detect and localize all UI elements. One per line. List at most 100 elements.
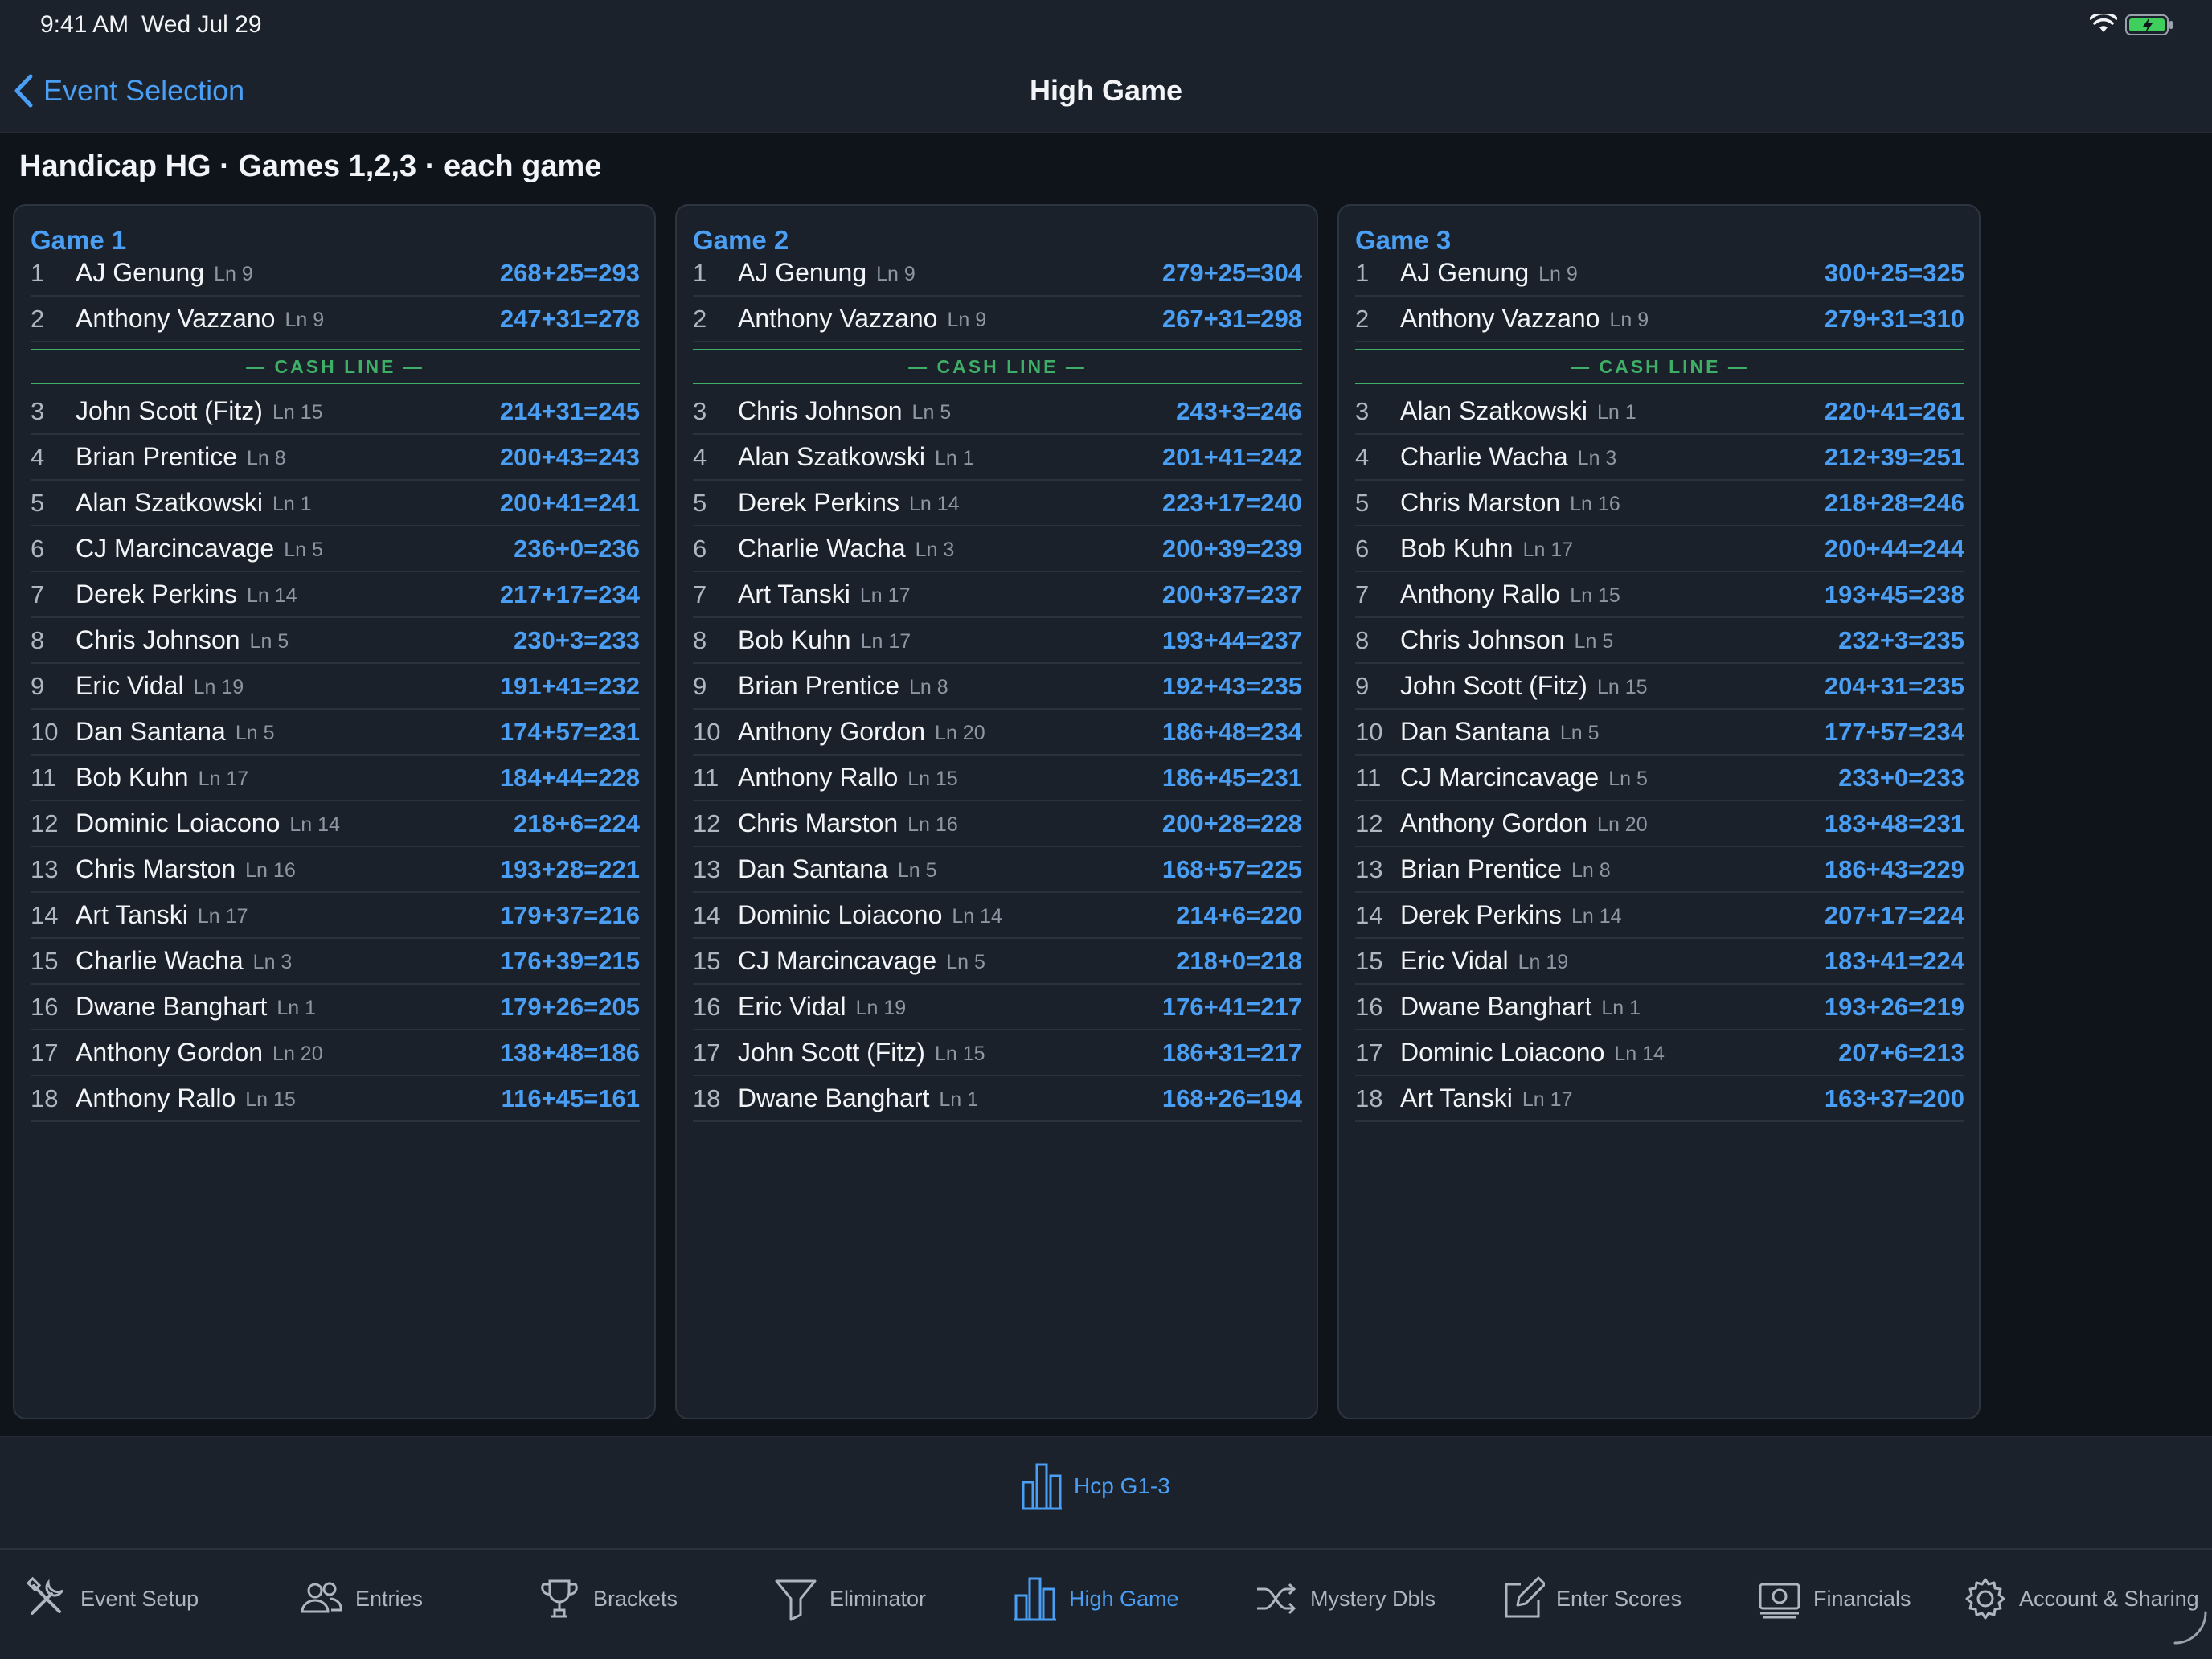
standings-row[interactable]: 14 Art Tanski Ln 17 179+37=216 bbox=[31, 893, 640, 939]
rank: 2 bbox=[31, 304, 45, 333]
standings-row[interactable]: 4 Alan Szatkowski Ln 1 201+41=242 bbox=[693, 435, 1302, 481]
standings-row[interactable]: 12 Anthony Gordon Ln 20 183+48=231 bbox=[1355, 801, 1964, 847]
handicap-score: 218+6=224 bbox=[514, 809, 640, 838]
tab-event-setup[interactable]: Event Setup bbox=[24, 1571, 199, 1627]
standings-row[interactable]: 7 Derek Perkins Ln 14 217+17=234 bbox=[31, 572, 640, 618]
standings-row[interactable]: 12 Chris Marston Ln 16 200+28=228 bbox=[693, 801, 1302, 847]
bowler-name: Derek Perkins bbox=[738, 488, 899, 517]
standings-row[interactable]: 17 John Scott (Fitz) Ln 15 186+31=217 bbox=[693, 1030, 1302, 1076]
tab-label: Enter Scores bbox=[1556, 1586, 1682, 1611]
standings-row[interactable]: 9 Eric Vidal Ln 19 191+41=232 bbox=[31, 664, 640, 710]
handicap-score: 176+41=217 bbox=[1161, 992, 1302, 1021]
standings-row[interactable]: 2 Anthony Vazzano Ln 9 267+31=298 bbox=[693, 297, 1302, 342]
tab-mystery-dbls[interactable]: Mystery Dbls bbox=[1254, 1571, 1436, 1627]
standings-row[interactable]: 3 John Scott (Fitz) Ln 15 214+31=245 bbox=[31, 389, 640, 435]
rank: 11 bbox=[31, 763, 57, 792]
standings-row[interactable]: 14 Derek Perkins Ln 14 207+17=224 bbox=[1355, 893, 1964, 939]
standings-row[interactable]: 7 Art Tanski Ln 17 200+37=237 bbox=[693, 572, 1302, 618]
status-time: 9:41 AM bbox=[40, 11, 129, 38]
bowler-name: Brian Prentice bbox=[1400, 854, 1562, 883]
bowler-name: Anthony Vazzano bbox=[76, 304, 276, 333]
back-button[interactable]: Event Selection bbox=[11, 69, 244, 113]
standings-row[interactable]: 3 Chris Johnson Ln 5 243+3=246 bbox=[693, 389, 1302, 435]
standings-row[interactable]: 8 Chris Johnson Ln 5 232+3=235 bbox=[1355, 618, 1964, 664]
rank: 9 bbox=[31, 671, 45, 700]
bowler-name: Art Tanski bbox=[76, 900, 188, 929]
handicap-score: 218+28=246 bbox=[1824, 488, 1964, 517]
tab-brackets[interactable]: Brackets bbox=[537, 1571, 678, 1627]
rank: 10 bbox=[1355, 717, 1383, 746]
standings-row[interactable]: 16 Eric Vidal Ln 19 176+41=217 bbox=[693, 985, 1302, 1030]
standings-row[interactable]: 2 Anthony Vazzano Ln 9 279+31=310 bbox=[1355, 297, 1964, 342]
lane-number: Ln 15 bbox=[907, 768, 958, 790]
standings-row[interactable]: 11 CJ Marcincavage Ln 5 233+0=233 bbox=[1355, 756, 1964, 801]
standings-row[interactable]: 10 Anthony Gordon Ln 20 186+48=234 bbox=[693, 710, 1302, 756]
standings-row[interactable]: 12 Dominic Loiacono Ln 14 218+6=224 bbox=[31, 801, 640, 847]
standings-row[interactable]: 15 CJ Marcincavage Ln 5 218+0=218 bbox=[693, 939, 1302, 985]
lane-number: Ln 8 bbox=[1571, 859, 1611, 882]
standings-row[interactable]: 18 Art Tanski Ln 17 163+37=200 bbox=[1355, 1076, 1964, 1122]
tab-label: Financials bbox=[1813, 1586, 1911, 1611]
tab-enter-scores[interactable]: Enter Scores bbox=[1500, 1571, 1682, 1627]
standings-row[interactable]: 4 Brian Prentice Ln 8 200+43=243 bbox=[31, 435, 640, 481]
event-heading: Handicap HG · Games 1,2,3 · each game bbox=[19, 150, 602, 183]
standings-row[interactable]: 11 Bob Kuhn Ln 17 184+44=228 bbox=[31, 756, 640, 801]
standings-row[interactable]: 8 Chris Johnson Ln 5 230+3=233 bbox=[31, 618, 640, 664]
standings-row[interactable]: 13 Chris Marston Ln 16 193+28=221 bbox=[31, 847, 640, 893]
lane-number: Ln 17 bbox=[198, 768, 249, 790]
rank: 11 bbox=[1355, 763, 1382, 792]
standings-row[interactable]: 4 Charlie Wacha Ln 3 212+39=251 bbox=[1355, 435, 1964, 481]
standings-row[interactable]: 8 Bob Kuhn Ln 17 193+44=237 bbox=[693, 618, 1302, 664]
tab-financials[interactable]: Financials bbox=[1757, 1571, 1911, 1627]
rank: 1 bbox=[1355, 258, 1370, 287]
standings-row[interactable]: 10 Dan Santana Ln 5 177+57=234 bbox=[1355, 710, 1964, 756]
standings-row[interactable]: 15 Charlie Wacha Ln 3 176+39=215 bbox=[31, 939, 640, 985]
standings-row[interactable]: 1 AJ Genung Ln 9 300+25=325 bbox=[1355, 251, 1964, 297]
standings-row[interactable]: 15 Eric Vidal Ln 19 183+41=224 bbox=[1355, 939, 1964, 985]
lane-number: Ln 15 bbox=[1596, 676, 1648, 698]
handicap-score: 184+44=228 bbox=[499, 763, 640, 792]
standings-row[interactable]: 6 Bob Kuhn Ln 17 200+44=244 bbox=[1355, 526, 1964, 572]
standings-row[interactable]: 5 Alan Szatkowski Ln 1 200+41=241 bbox=[31, 481, 640, 526]
lane-number: Ln 15 bbox=[1570, 584, 1620, 607]
standings-row[interactable]: 1 AJ Genung Ln 9 279+25=304 bbox=[693, 251, 1302, 297]
tab-account-sharing[interactable]: Account & Sharing bbox=[1963, 1571, 2199, 1627]
lane-number: Ln 1 bbox=[934, 447, 974, 469]
standings-row[interactable]: 16 Dwane Banghart Ln 1 179+26=205 bbox=[31, 985, 640, 1030]
lane-number: Ln 16 bbox=[245, 859, 296, 882]
lane-number: Ln 5 bbox=[911, 401, 952, 424]
standings-row[interactable]: 9 Brian Prentice Ln 8 192+43=235 bbox=[693, 664, 1302, 710]
standings-row[interactable]: 17 Anthony Gordon Ln 20 138+48=186 bbox=[31, 1030, 640, 1076]
tab-entries[interactable]: Entries bbox=[299, 1571, 423, 1627]
tab-eliminator[interactable]: Eliminator bbox=[773, 1571, 926, 1627]
standings-row[interactable]: 5 Derek Perkins Ln 14 223+17=240 bbox=[693, 481, 1302, 526]
standings-row[interactable]: 3 Alan Szatkowski Ln 1 220+41=261 bbox=[1355, 389, 1964, 435]
segment-hcp-g1-3[interactable]: Hcp G1-3 bbox=[1021, 1458, 1170, 1514]
handicap-score: 267+31=298 bbox=[1161, 304, 1302, 333]
standings-row[interactable]: 9 John Scott (Fitz) Ln 15 204+31=235 bbox=[1355, 664, 1964, 710]
standings-row[interactable]: 10 Dan Santana Ln 5 174+57=231 bbox=[31, 710, 640, 756]
rank: 3 bbox=[1355, 396, 1370, 425]
standings-row[interactable]: 13 Brian Prentice Ln 8 186+43=229 bbox=[1355, 847, 1964, 893]
bowler-name: Art Tanski bbox=[1400, 1083, 1513, 1112]
handicap-score: 193+28=221 bbox=[499, 854, 640, 883]
standings-row[interactable]: 18 Anthony Rallo Ln 15 116+45=161 bbox=[31, 1076, 640, 1122]
standings-row[interactable]: 7 Anthony Rallo Ln 15 193+45=238 bbox=[1355, 572, 1964, 618]
standings-row[interactable]: 2 Anthony Vazzano Ln 9 247+31=278 bbox=[31, 297, 640, 342]
standings-row[interactable]: 11 Anthony Rallo Ln 15 186+45=231 bbox=[693, 756, 1302, 801]
standings-row[interactable]: 16 Dwane Banghart Ln 1 193+26=219 bbox=[1355, 985, 1964, 1030]
rank: 16 bbox=[1355, 992, 1383, 1021]
tab-high-game[interactable]: High Game bbox=[1013, 1571, 1179, 1627]
standings-row[interactable]: 6 CJ Marcincavage Ln 5 236+0=236 bbox=[31, 526, 640, 572]
standings-row[interactable]: 17 Dominic Loiacono Ln 14 207+6=213 bbox=[1355, 1030, 1964, 1076]
standings-row[interactable]: 18 Dwane Banghart Ln 1 168+26=194 bbox=[693, 1076, 1302, 1122]
handicap-score: 200+37=237 bbox=[1161, 580, 1302, 608]
funnel-icon bbox=[775, 1579, 817, 1621]
handicap-score: 218+0=218 bbox=[1176, 946, 1302, 975]
rank: 13 bbox=[1355, 854, 1383, 883]
standings-row[interactable]: 6 Charlie Wacha Ln 3 200+39=239 bbox=[693, 526, 1302, 572]
standings-row[interactable]: 14 Dominic Loiacono Ln 14 214+6=220 bbox=[693, 893, 1302, 939]
standings-row[interactable]: 13 Dan Santana Ln 5 168+57=225 bbox=[693, 847, 1302, 893]
standings-row[interactable]: 1 AJ Genung Ln 9 268+25=293 bbox=[31, 251, 640, 297]
standings-row[interactable]: 5 Chris Marston Ln 16 218+28=246 bbox=[1355, 481, 1964, 526]
